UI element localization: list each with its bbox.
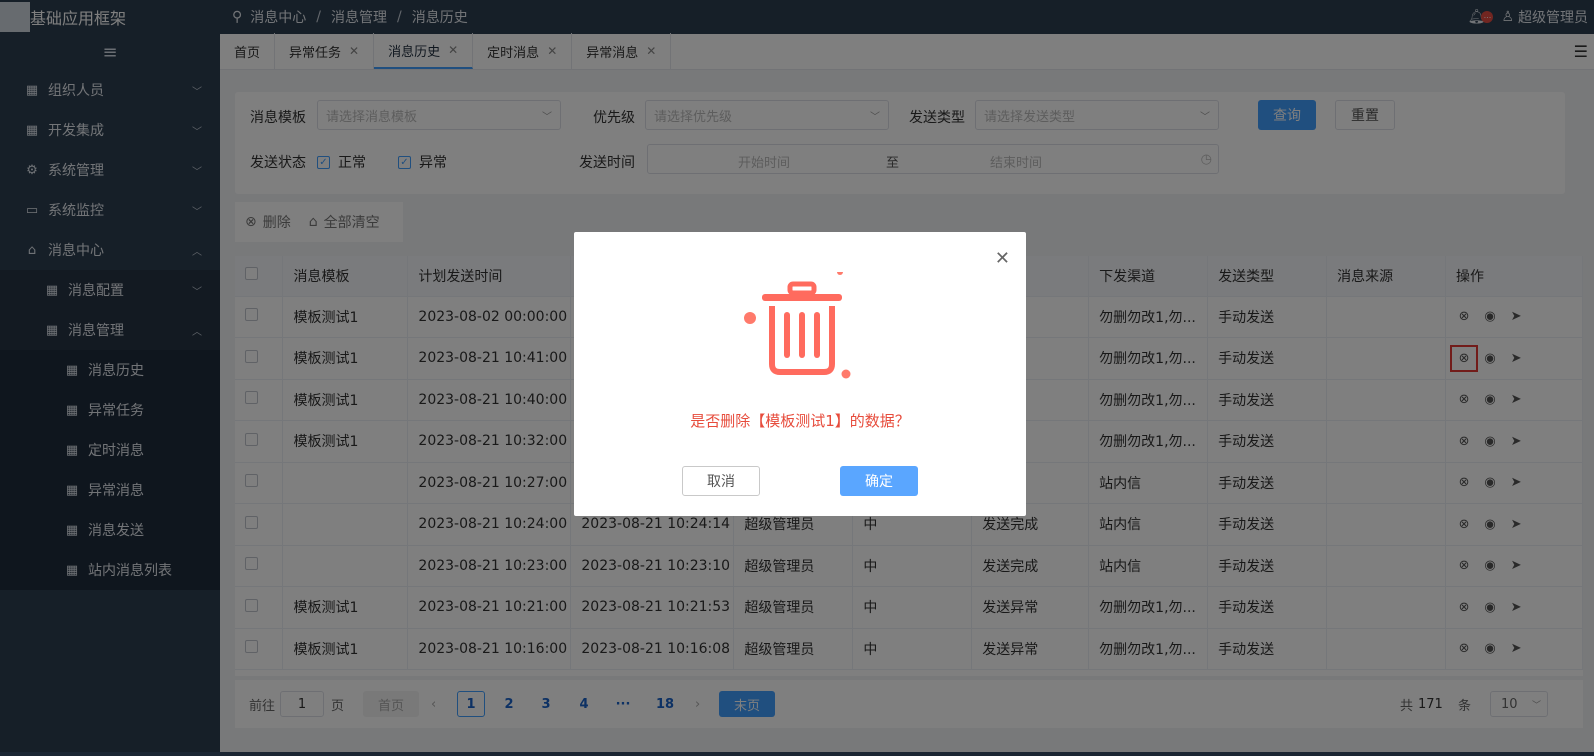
close-icon[interactable]: ✕: [995, 248, 1010, 269]
taskbar-strip: [0, 752, 1594, 756]
cancel-button[interactable]: 取消: [682, 466, 760, 496]
trash-icon: [744, 272, 851, 379]
confirm-button[interactable]: 确定: [840, 466, 918, 496]
delete-confirm-dialog: ✕ 是否删除【模板测试1】的数据？ 取消 确定: [574, 232, 1026, 516]
confirm-message: 是否删除【模板测试1】的数据？: [690, 412, 910, 430]
